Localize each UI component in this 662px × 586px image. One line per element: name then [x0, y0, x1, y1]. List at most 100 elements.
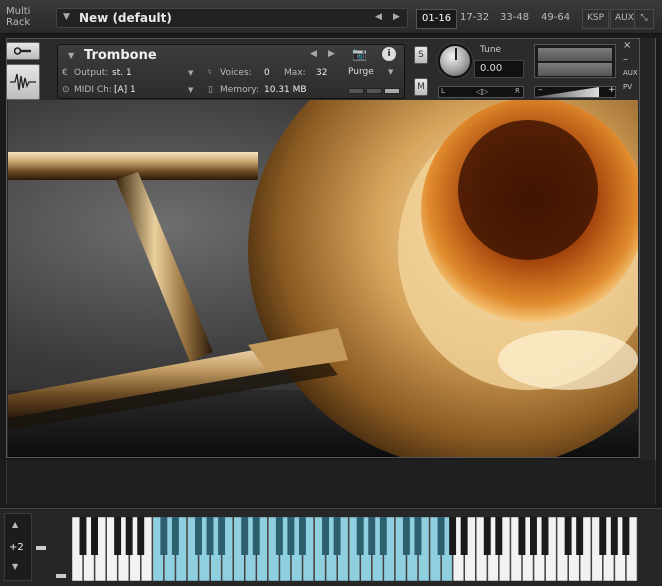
dropdown-arrow-icon[interactable]: ▼ — [188, 69, 193, 77]
black-key[interactable] — [379, 517, 387, 555]
arrow-left-icon[interactable]: ◀ — [310, 49, 317, 59]
black-key[interactable] — [622, 517, 630, 555]
rack-page-01-16[interactable]: 01-16 — [416, 9, 458, 29]
black-key[interactable] — [298, 517, 306, 555]
black-key[interactable] — [530, 517, 537, 555]
output-value[interactable]: st. 1 — [112, 68, 132, 78]
black-key[interactable] — [287, 517, 295, 555]
dropdown-arrow-icon[interactable]: ▼ — [68, 51, 74, 60]
black-key[interactable] — [610, 517, 618, 555]
black-key[interactable] — [460, 517, 468, 555]
instrument-wallpaper — [8, 100, 638, 457]
edit-button[interactable] — [6, 42, 40, 60]
black-key[interactable] — [195, 517, 202, 555]
purge-indicator — [384, 88, 400, 94]
aux-toggle[interactable]: AUX — [623, 69, 638, 77]
black-key[interactable] — [79, 517, 87, 555]
rack-page-17-32[interactable]: 17-32 — [455, 9, 494, 29]
memory-value: 10.31 MB — [264, 85, 307, 95]
wave-view-button[interactable] — [6, 64, 40, 100]
black-key[interactable] — [541, 517, 549, 555]
black-key[interactable] — [137, 517, 145, 555]
black-key[interactable] — [322, 517, 330, 555]
black-key[interactable] — [125, 517, 133, 555]
arrow-left-icon[interactable]: ◀ — [375, 12, 382, 22]
black-key[interactable] — [160, 517, 168, 555]
output-label: Output: — [74, 68, 109, 78]
rack-name-field[interactable]: ▼ New (default) ◀ ▶ — [56, 8, 408, 28]
black-key[interactable] — [333, 517, 341, 555]
black-key[interactable] — [576, 517, 584, 555]
waveform-icon — [10, 73, 36, 91]
black-key[interactable] — [356, 517, 364, 555]
mute-button[interactable]: M — [414, 78, 428, 96]
camera-icon[interactable]: 📷 — [352, 47, 367, 61]
volume-fill — [535, 87, 599, 97]
trombone-image — [8, 100, 638, 457]
black-key[interactable] — [599, 517, 607, 555]
collapse-icon[interactable]: ⤡ — [634, 9, 654, 29]
midi-channel-value[interactable]: [A] 1 — [114, 85, 136, 95]
midi-channel-label: MIDI Ch: — [74, 85, 112, 95]
rack-page-49-64[interactable]: 49-64 — [536, 9, 575, 29]
purge-indicator — [366, 88, 382, 94]
black-key[interactable] — [518, 517, 526, 555]
purge-button[interactable]: Purge — [348, 67, 374, 77]
black-key[interactable] — [564, 517, 572, 555]
instrument-name[interactable]: Trombone — [84, 48, 157, 63]
black-key[interactable] — [91, 517, 98, 555]
pan-right-label: R — [515, 87, 520, 95]
black-key[interactable] — [402, 517, 410, 555]
voices-value: 0 — [264, 68, 270, 78]
black-key[interactable] — [171, 517, 179, 555]
black-key[interactable] — [114, 517, 122, 555]
pitch-wheel[interactable] — [56, 574, 66, 578]
arrow-right-icon[interactable]: ▶ — [393, 12, 400, 22]
max-voices-value[interactable]: 32 — [316, 68, 327, 78]
tune-knob[interactable] — [438, 44, 472, 78]
octave-up-button[interactable]: ▲ — [12, 520, 18, 529]
tune-value[interactable]: 0.00 — [474, 60, 524, 78]
volume-up-button[interactable]: + — [608, 85, 616, 95]
octave-value: +2 — [9, 542, 24, 553]
black-key[interactable] — [218, 517, 226, 555]
voices-icon: ♮ — [208, 68, 212, 78]
output-icon: € — [62, 68, 68, 78]
arrow-right-icon[interactable]: ▶ — [328, 49, 335, 59]
black-key[interactable] — [206, 517, 214, 555]
minimize-icon[interactable]: – — [623, 54, 628, 65]
black-key[interactable] — [368, 517, 376, 555]
rack-page-33-48[interactable]: 33-48 — [495, 9, 534, 29]
voices-label: Voices: — [220, 68, 252, 78]
black-key[interactable] — [252, 517, 260, 555]
wrench-icon — [14, 47, 31, 55]
volume-down-button[interactable]: – — [538, 85, 543, 95]
black-key[interactable] — [414, 517, 422, 555]
max-voices-label: Max: — [284, 68, 306, 78]
info-icon[interactable]: i — [382, 47, 396, 61]
volume-slider[interactable] — [534, 86, 616, 98]
rack-empty-area — [6, 460, 656, 504]
dropdown-arrow-icon[interactable]: ▼ — [188, 86, 193, 94]
level-meter-left — [538, 48, 612, 61]
memory-icon: ▯ — [208, 85, 213, 95]
dropdown-arrow-icon[interactable]: ▼ — [63, 12, 70, 22]
piano-keys[interactable] — [72, 517, 638, 581]
close-icon[interactable]: × — [623, 40, 631, 51]
ksp-button[interactable]: KSP — [582, 9, 610, 29]
level-meter-right — [538, 63, 612, 76]
black-key[interactable] — [495, 517, 503, 555]
memory-label: Memory: — [220, 85, 259, 95]
black-key[interactable] — [449, 517, 457, 555]
mod-wheel[interactable] — [36, 546, 46, 550]
solo-button[interactable]: S — [414, 46, 428, 64]
dropdown-arrow-icon[interactable]: ▼ — [388, 68, 393, 76]
black-key[interactable] — [437, 517, 445, 555]
octave-down-button[interactable]: ▼ — [12, 562, 18, 571]
black-key[interactable] — [275, 517, 283, 555]
black-key[interactable] — [483, 517, 491, 555]
black-key[interactable] — [241, 517, 249, 555]
pv-toggle[interactable]: PV — [623, 83, 632, 91]
rack-name: New (default) — [79, 11, 172, 25]
level-meter — [534, 44, 616, 78]
